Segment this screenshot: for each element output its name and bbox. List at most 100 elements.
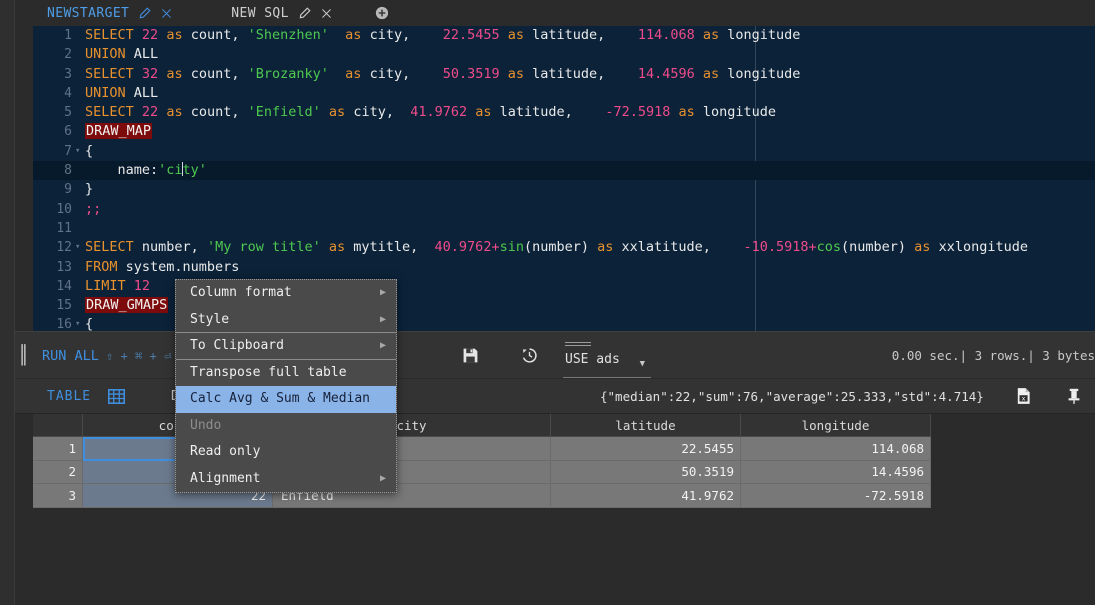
editor-line[interactable]: 11 xyxy=(33,219,1095,238)
header-latitude[interactable]: latitude xyxy=(551,414,741,437)
line-number: 11 xyxy=(33,219,73,238)
menu-item-column-format[interactable]: Column format▶ xyxy=(176,280,396,307)
row-number: 1 xyxy=(33,437,83,461)
code-token: 'Shenzhen' xyxy=(248,27,329,43)
menu-item-label: Column format xyxy=(190,285,292,300)
code-token: 22 xyxy=(142,104,158,120)
menu-item-read-only[interactable]: Read only xyxy=(176,439,396,466)
context-menu[interactable]: Column format▶Style▶To Clipboard▶Transpo… xyxy=(175,279,397,493)
fold-arrow-icon[interactable]: ▾ xyxy=(75,142,83,161)
tab-new-sql[interactable]: NEW SQL xyxy=(225,0,339,26)
cell-latitude[interactable]: 22.5455 xyxy=(551,437,741,461)
menu-item-alignment[interactable]: Alignment▶ xyxy=(176,466,396,493)
code-token: city, xyxy=(361,27,442,43)
editor-line[interactable]: 13 FROM system.numbers xyxy=(33,258,1095,277)
close-icon[interactable] xyxy=(320,7,333,20)
grid-icon[interactable] xyxy=(108,388,125,409)
editor-line[interactable]: 3SELECT 32 as count, 'Brozanky' as city,… xyxy=(33,65,1095,84)
run-all-shortcut: ⇧ + ⌘ + ⏎ xyxy=(106,349,171,363)
line-code: name:'city' xyxy=(85,161,207,180)
close-icon[interactable] xyxy=(160,7,173,20)
editor-line[interactable]: 12▾SELECT number, 'My row title' as myti… xyxy=(33,238,1095,257)
cell-longitude[interactable]: 114.068 xyxy=(741,437,931,461)
code-token: 32 xyxy=(142,66,158,82)
line-code: SELECT 22 as count, 'Shenzhen' as city, … xyxy=(85,26,800,45)
menu-item-calc-avg-sum-median[interactable]: Calc Avg & Sum & Median xyxy=(176,386,396,413)
editor-line[interactable]: 7▾{ xyxy=(33,142,1095,161)
add-tab-icon[interactable] xyxy=(375,6,389,20)
code-token: UNION xyxy=(85,46,126,62)
pause-icon[interactable]: ║ xyxy=(18,345,31,366)
fold-arrow-icon[interactable]: ▾ xyxy=(75,315,83,331)
cell-latitude[interactable]: 50.3519 xyxy=(551,461,741,485)
menu-item-style[interactable]: Style▶ xyxy=(176,307,396,334)
line-code: { xyxy=(85,315,93,331)
editor-line[interactable]: 6DRAW_MAP xyxy=(33,122,1095,141)
code-token: + xyxy=(491,239,499,255)
row-number: 2 xyxy=(33,461,83,485)
code-token: UNION xyxy=(85,85,126,101)
code-token: DRAW_MAP xyxy=(85,123,152,139)
line-number: 15 xyxy=(33,296,73,315)
cell-latitude[interactable]: 41.9762 xyxy=(551,484,741,508)
code-token xyxy=(126,46,134,62)
code-token: city, xyxy=(345,104,410,120)
code-token: ALL xyxy=(134,46,158,62)
save-icon[interactable] xyxy=(462,347,479,368)
header-rownum xyxy=(33,414,83,437)
excel-export-icon[interactable]: x xyxy=(1015,387,1033,409)
code-token: latitude, xyxy=(524,66,638,82)
pencil-icon[interactable] xyxy=(138,7,151,20)
line-number: 13 xyxy=(33,258,73,277)
cell-longitude[interactable]: 14.4596 xyxy=(741,461,931,485)
line-number: 8 xyxy=(33,161,73,180)
code-token: name: xyxy=(85,162,158,178)
menu-item-to-clipboard[interactable]: To Clipboard▶ xyxy=(176,333,396,360)
menu-item-transpose-full-table[interactable]: Transpose full table xyxy=(176,360,396,387)
line-code: } xyxy=(85,180,93,199)
code-token: 114.068 xyxy=(638,27,695,43)
code-token xyxy=(126,278,134,294)
editor-line[interactable]: 4UNION ALL xyxy=(33,84,1095,103)
code-token: + xyxy=(808,239,816,255)
code-token: 14.4596 xyxy=(638,66,695,82)
line-number: 12 xyxy=(33,238,73,257)
code-token: ALL xyxy=(134,85,158,101)
editor-line[interactable]: 9} xyxy=(33,180,1095,199)
calc-stats-text: {"median":22,"sum":76,"average":25.333,"… xyxy=(600,389,984,404)
code-token: system.numbers xyxy=(118,259,240,275)
code-token: xxlongitude xyxy=(930,239,1028,255)
line-number: 7 xyxy=(33,142,73,161)
code-token xyxy=(134,66,142,82)
cell-longitude[interactable]: -72.5918 xyxy=(741,484,931,508)
history-icon[interactable] xyxy=(521,347,538,368)
selector-line-top xyxy=(565,342,591,343)
line-code: ;; xyxy=(85,200,101,219)
line-number: 16 xyxy=(33,315,73,331)
database-selector[interactable]: USE ads ▼ xyxy=(563,342,651,367)
fold-arrow-icon[interactable]: ▾ xyxy=(75,238,83,257)
editor-line[interactable]: 2UNION ALL xyxy=(33,45,1095,64)
code-token: FROM xyxy=(85,259,118,275)
code-token: xxlatitude, xyxy=(613,239,743,255)
code-token xyxy=(126,85,134,101)
code-token: SELECT xyxy=(85,104,134,120)
result-tab-table[interactable]: TABLE xyxy=(47,389,91,404)
run-all-button[interactable]: RUN ALL ⇧ + ⌘ + ⏎ xyxy=(42,348,171,364)
editor-line[interactable]: 1SELECT 22 as count, 'Shenzhen' as city,… xyxy=(33,26,1095,45)
chevron-down-icon[interactable]: ▼ xyxy=(640,359,645,369)
chevron-right-icon: ▶ xyxy=(380,333,386,360)
pencil-icon[interactable] xyxy=(298,7,311,20)
code-token: longitude xyxy=(695,104,776,120)
editor-line[interactable]: 8 name:'city' xyxy=(33,161,1095,180)
editor-line[interactable]: 10;; xyxy=(33,200,1095,219)
row-number: 3 xyxy=(33,484,83,508)
pin-icon[interactable] xyxy=(1065,387,1083,409)
code-token xyxy=(500,27,508,43)
editor-line[interactable]: 5SELECT 22 as count, 'Enfield' as city, … xyxy=(33,103,1095,122)
tab-newstarget[interactable]: NEWSTARGET xyxy=(41,0,179,26)
line-code: { xyxy=(85,142,93,161)
header-longitude[interactable]: longitude xyxy=(741,414,931,437)
code-token: 'ci xyxy=(158,162,182,178)
code-token: -10.5918 xyxy=(743,239,808,255)
